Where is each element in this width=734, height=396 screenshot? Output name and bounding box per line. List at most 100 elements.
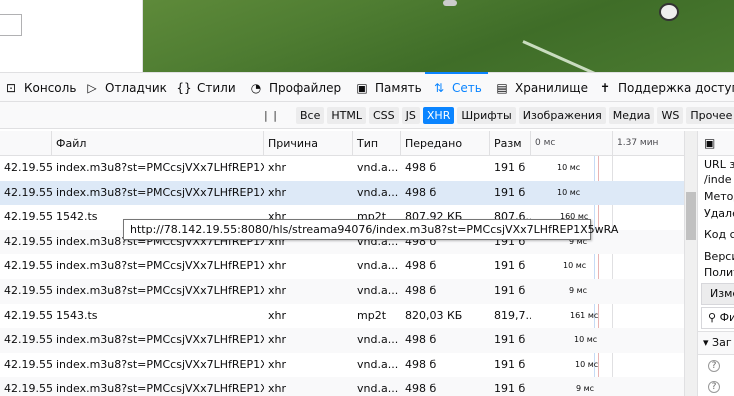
referrer-policy-label: Полит [704,266,734,279]
row-type: mp2t [357,308,387,322]
row-transferred: 498 б [405,333,437,347]
tab-network[interactable]: ⇅ Сеть [425,72,488,102]
tab-label: Отладчик [105,80,167,95]
row-file: index.m3u8?st=PMCcsjVXx7LHfREP1X5... [56,161,264,174]
filter-icon: ⚲ [708,311,717,324]
scrollbar-thumb[interactable] [686,192,696,240]
pitch-line [522,40,734,72]
row-timing: 10 мс [563,261,587,271]
row-domain: 42.19.55: [4,308,52,322]
filter-button[interactable]: XHR [422,107,455,124]
page-element-box [0,14,22,36]
edit-resend-button[interactable]: Изме [701,283,734,305]
video-player[interactable] [143,0,734,72]
pause-icon[interactable]: | | [264,109,278,122]
row-size: 191 б [494,333,526,347]
network-filter-bar: | | Все HTML CSS JS XHR Шрифты Изображения Меди… [0,102,734,129]
row-cause: xhr [268,333,287,347]
row-domain: 42.19.55: [4,333,52,347]
table-scrollbar[interactable] [684,131,697,396]
filter-button[interactable]: HTML [327,107,366,124]
row-timing: 9 мс [576,384,595,394]
row-domain: 42.19.55: [4,185,52,199]
header-waterfall-start[interactable]: 0 мс [531,131,613,156]
header-cause[interactable]: Причина [264,131,353,156]
filter-button[interactable]: WS [657,107,684,124]
url-label: URL за [704,158,734,171]
status-code-label: Код со [704,228,734,241]
table-row[interactable]: 42.19.55: index.m3u8?st=PMCcsjVXx7LHfREP1… [0,156,684,181]
table-row[interactable]: 42.19.55: index.m3u8?st=PMCcsjVXx7LHfREP1… [0,328,684,353]
header-file[interactable]: Файл [52,131,264,156]
header-waterfall-end[interactable]: 1.37 мин [613,131,684,156]
filter-button[interactable]: CSS [369,107,399,124]
response-headers-section[interactable]: ▾ Заг [698,331,734,355]
filter-button[interactable]: Шрифты [457,107,516,124]
filter-button[interactable]: Медиа [608,107,655,124]
header-type[interactable]: Тип [353,131,401,156]
table-row[interactable]: 42.19.55: index.m3u8?st=PMCcsjVXx7LHfREP1… [0,180,684,206]
video-region [0,0,734,72]
header-size[interactable]: Разм [490,131,531,156]
tab-performance[interactable]: ◔ Профайлер [248,73,341,102]
row-type: vnd.a... [357,185,399,199]
row-transferred: 498 б [405,357,437,371]
row-domain: 42.19.55: [4,259,52,273]
row-size: 191 б [494,357,526,371]
headers-filter-placeholder: Фи [719,311,734,324]
header-domain[interactable] [0,131,52,156]
tab-storage[interactable]: ▤ Хранилище [494,73,588,102]
table-row[interactable]: 42.19.55: index.m3u8?st=PMCcsjVXx7LHfREP1… [0,377,684,396]
row-domain: 42.19.55: [4,357,52,371]
header-transferred[interactable]: Передано [401,131,490,156]
filter-button[interactable]: Все [296,107,325,124]
memory-icon: ▣ [356,80,368,95]
row-size: 191 б [494,283,526,297]
tab-accessibility[interactable]: ✝ Поддержка доступност [597,73,734,102]
page-left-margin [0,0,143,72]
tab-label: Профайлер [269,80,342,95]
row-timing: 10 мс [557,163,581,172]
filter-button[interactable]: JS [401,107,420,124]
help-icon[interactable]: ? [708,358,720,372]
row-transferred: 498 б [405,382,437,396]
row-transferred: 498 б [405,259,437,273]
version-label: Верси [704,250,734,263]
row-domain: 42.19.55: [4,161,52,174]
row-type: vnd.a... [357,357,399,371]
row-type: vnd.a... [357,161,399,174]
panel-toggle-icon[interactable]: ▣ [704,136,715,150]
row-file: index.m3u8?st=PMCcsjVXx7LHfREP1X5... [56,333,264,347]
filter-button[interactable]: Прочее [686,107,734,124]
tab-braces[interactable]: {} Стили [176,73,235,102]
row-cause: xhr [268,308,287,322]
row-transferred: 498 б [405,185,437,199]
row-file: index.m3u8?st=PMCcsjVXx7LHfREP1X5... [56,259,264,273]
row-file: 1543.ts [56,308,98,322]
tab-label: Хранилище [515,80,588,95]
braces-icon: {} [176,80,192,95]
row-cause: xhr [268,259,287,273]
table-row[interactable]: 42.19.55: index.m3u8?st=PMCcsjVXx7LHfREP1… [0,254,684,279]
row-transferred: 820,03 КБ [405,308,463,322]
row-file: index.m3u8?st=PMCcsjVXx7LHfREP1X5... [56,382,264,396]
performance-icon: ◔ [250,80,262,95]
tab-memory[interactable]: ▣ Память [354,73,422,102]
tab-debugger[interactable]: ▷ Отладчик [84,73,167,102]
row-domain: 42.19.55: [4,234,52,248]
tab-label: Поддержка доступност [618,80,734,95]
row-domain: 42.19.55: [4,382,52,396]
headers-filter-input[interactable]: ⚲ Фи [701,307,734,329]
table-row[interactable]: 42.19.55: index.m3u8?st=PMCcsjVXx7LHfREP1… [0,278,684,304]
table-row[interactable]: 42.19.55: index.m3u8?st=PMCcsjVXx7LHfREP1… [0,353,684,378]
filter-button[interactable]: Изображения [518,107,606,124]
accessibility-icon: ✝ [599,80,611,95]
tab-console[interactable]: ⊡ Консоль [3,73,76,102]
table-row[interactable]: 42.19.55: 1543.ts xhr mp2t 820,03 КБ 819,7...… [0,304,684,329]
help-icon[interactable]: ? [708,379,720,393]
row-file: index.m3u8?st=PMCcsjVXx7LHfREP1X5... [56,357,264,371]
row-timing: 161 мс [570,310,599,320]
devtools-toolbar: ⊡ Консоль ▷ Отладчик {} Стили ◔ Профайлер ▣ Памят… [0,72,734,102]
chevron-down-icon: ▾ [703,336,709,349]
tab-label: Память [375,80,422,95]
